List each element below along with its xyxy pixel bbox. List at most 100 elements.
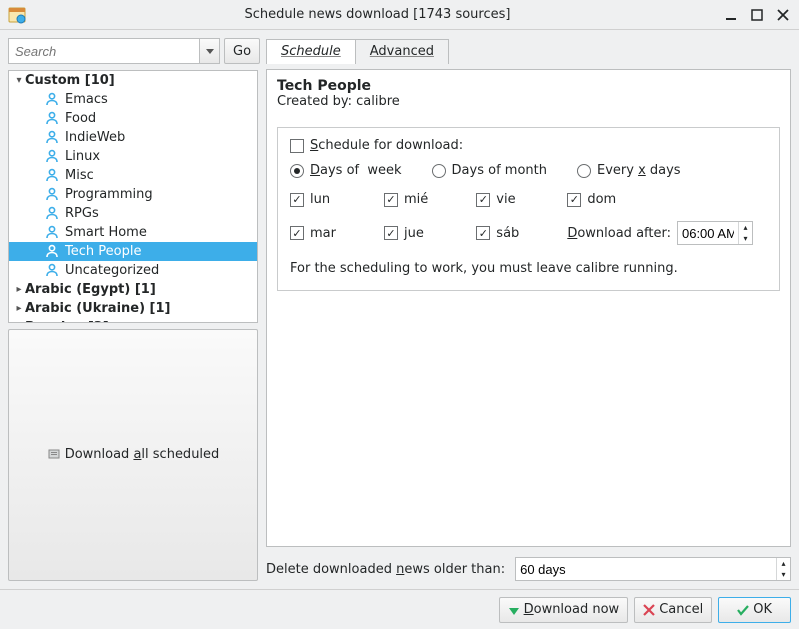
tree-item-label: Arabic (Ukraine) [1] xyxy=(25,301,171,316)
checkbox[interactable] xyxy=(290,226,304,240)
tree-item-label: Bosnian [2] xyxy=(25,320,109,323)
search-row: Go xyxy=(8,38,258,64)
tree-custom-group[interactable]: ▾Custom [10] xyxy=(9,71,257,90)
radio-days-of-week[interactable]: Days of week xyxy=(290,163,402,178)
day-checkbox-mar[interactable]: mar xyxy=(290,226,350,241)
tree-custom-item[interactable]: ▸Uncategorized xyxy=(9,261,257,280)
tree-custom-item[interactable]: ▸Tech People xyxy=(9,242,257,261)
checkbox[interactable] xyxy=(384,226,398,240)
calendar-app-icon xyxy=(8,6,26,24)
schedule-group: Schedule for download: Days of week Days… xyxy=(277,127,780,291)
window-title: Schedule news download [1743 sources] xyxy=(32,7,723,22)
radio-every-x-days-button[interactable] xyxy=(577,164,591,178)
search-input[interactable] xyxy=(9,44,199,59)
go-button[interactable]: Go xyxy=(224,38,260,64)
radio-days-of-month-label: Days of month xyxy=(452,163,547,178)
radio-days-of-week-button[interactable] xyxy=(290,164,304,178)
day-checkbox-mie[interactable]: mié xyxy=(384,192,442,207)
maximize-button[interactable] xyxy=(749,7,765,23)
chevron-down-icon[interactable]: ▾ xyxy=(13,75,25,86)
tree-custom-item[interactable]: ▸Smart Home xyxy=(9,223,257,242)
content-area: Go ▾Custom [10]▸Emacs▸Food▸IndieWeb▸Linu… xyxy=(0,30,799,589)
tree-item-label: Misc xyxy=(65,168,94,183)
spin-up-icon[interactable]: ▴ xyxy=(738,222,752,233)
tree-item-label: Emacs xyxy=(65,92,108,107)
days-grid: lun mié vie dom mar jue sáb Download after: ▴ … xyxy=(290,192,767,245)
tree-language-group[interactable]: ▸Arabic (Egypt) [1] xyxy=(9,280,257,299)
day-checkbox-lun[interactable]: lun xyxy=(290,192,350,207)
checkbox[interactable] xyxy=(476,226,490,240)
tab-advanced[interactable]: Advanced xyxy=(355,39,449,64)
schedule-checkbox-row[interactable]: Schedule for download: xyxy=(290,138,463,153)
radio-every-x-days-label: Every x days xyxy=(597,163,681,178)
tree-item-label: Arabic (Egypt) [1] xyxy=(25,282,156,297)
day-checkbox-sab[interactable]: sáb xyxy=(476,226,533,241)
day-label: sáb xyxy=(496,226,519,241)
download-all-scheduled-button[interactable]: Download all scheduled xyxy=(8,329,258,582)
cancel-button[interactable]: Cancel xyxy=(634,597,712,623)
delete-older-value[interactable] xyxy=(516,562,776,577)
schedule-mode-row: Days of week Days of month Every x days xyxy=(290,163,767,178)
schedule-tab-body: Tech People Created by: calibre Schedule… xyxy=(266,69,791,547)
tree-item-label: RPGs xyxy=(65,206,99,221)
ok-button[interactable]: OK xyxy=(718,597,791,623)
tree-custom-item[interactable]: ▸Linux xyxy=(9,147,257,166)
radio-every-x-days[interactable]: Every x days xyxy=(577,163,681,178)
tree-item-label: Uncategorized xyxy=(65,263,159,278)
close-icon xyxy=(643,604,655,616)
spin-up-icon[interactable]: ▴ xyxy=(776,558,790,569)
download-icon xyxy=(47,448,61,462)
day-label: dom xyxy=(587,192,616,207)
chevron-down-icon[interactable] xyxy=(199,39,219,63)
day-checkbox-dom[interactable]: dom xyxy=(567,192,767,207)
tab-schedule[interactable]: Schedule xyxy=(266,39,356,64)
download-after-cell: Download after: ▴ ▾ xyxy=(567,221,753,245)
tabs: Schedule Advanced xyxy=(266,38,791,63)
user-icon xyxy=(45,149,61,165)
chevron-right-icon[interactable]: ▸ xyxy=(13,322,25,323)
tree-custom-item[interactable]: ▸Emacs xyxy=(9,90,257,109)
checkbox[interactable] xyxy=(476,193,490,207)
source-tree[interactable]: ▾Custom [10]▸Emacs▸Food▸IndieWeb▸Linux▸M… xyxy=(8,70,258,323)
close-button[interactable] xyxy=(775,7,791,23)
tree-custom-item[interactable]: ▸Food xyxy=(9,109,257,128)
user-icon xyxy=(45,206,61,222)
chevron-right-icon[interactable]: ▸ xyxy=(13,284,25,295)
tree-item-label: Tech People xyxy=(65,244,141,259)
tree-language-group[interactable]: ▸Arabic (Ukraine) [1] xyxy=(9,299,257,318)
check-icon xyxy=(737,604,749,616)
user-icon xyxy=(45,187,61,203)
day-checkbox-jue[interactable]: jue xyxy=(384,226,442,241)
spin-down-icon[interactable]: ▾ xyxy=(738,233,752,244)
tree-custom-item[interactable]: ▸Programming xyxy=(9,185,257,204)
tree-custom-item[interactable]: ▸RPGs xyxy=(9,204,257,223)
schedule-checkbox[interactable] xyxy=(290,139,304,153)
radio-days-of-month-button[interactable] xyxy=(432,164,446,178)
download-now-button[interactable]: Download now xyxy=(499,597,629,623)
day-checkbox-vie[interactable]: vie xyxy=(476,192,533,207)
download-after-spin[interactable]: ▴ ▾ xyxy=(677,221,753,245)
delete-older-row: Delete downloaded news older than: ▴ ▾ xyxy=(266,557,791,581)
tree-item-label: IndieWeb xyxy=(65,130,125,145)
checkbox[interactable] xyxy=(290,193,304,207)
delete-older-label: Delete downloaded news older than: xyxy=(266,562,505,577)
spin-down-icon[interactable]: ▾ xyxy=(776,569,790,580)
user-icon xyxy=(45,263,61,279)
schedule-note: For the scheduling to work, you must lea… xyxy=(290,261,767,276)
delete-older-spin[interactable]: ▴ ▾ xyxy=(515,557,791,581)
tree-language-group[interactable]: ▸Bosnian [2] xyxy=(9,318,257,323)
radio-days-of-month[interactable]: Days of month xyxy=(432,163,547,178)
tree-custom-item[interactable]: ▸Misc xyxy=(9,166,257,185)
minimize-button[interactable] xyxy=(723,7,739,23)
download-after-label: Download after: xyxy=(567,226,671,241)
chevron-right-icon[interactable]: ▸ xyxy=(13,303,25,314)
checkbox[interactable] xyxy=(567,193,581,207)
schedule-checkbox-label: Schedule for download: xyxy=(310,138,463,153)
search-combo[interactable] xyxy=(8,38,220,64)
tree-custom-item[interactable]: ▸IndieWeb xyxy=(9,128,257,147)
download-after-value[interactable] xyxy=(678,226,738,241)
checkbox[interactable] xyxy=(384,193,398,207)
user-icon xyxy=(45,111,61,127)
ok-label: OK xyxy=(753,602,772,617)
tree-item-label: Custom [10] xyxy=(25,73,115,88)
